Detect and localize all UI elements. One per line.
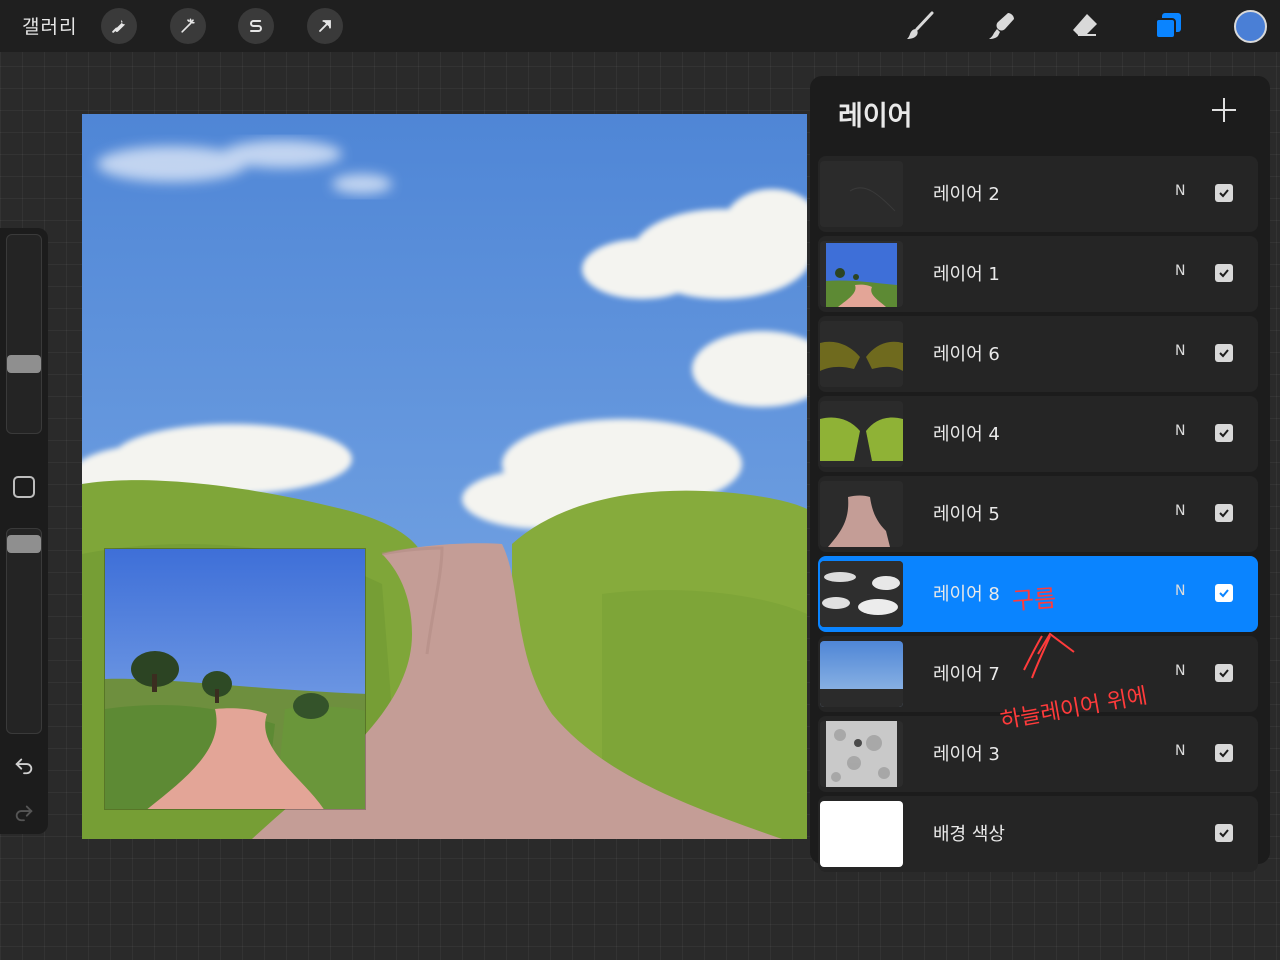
reference-image[interactable]	[104, 548, 366, 810]
actions-button[interactable]	[101, 8, 137, 44]
panel-title: 레이어	[838, 101, 913, 132]
magic-wand-icon	[181, 18, 195, 33]
visibility-checkbox[interactable]	[1215, 184, 1233, 202]
layer-row-1[interactable]: 레이어 1 N	[818, 236, 1258, 312]
visibility-checkbox[interactable]	[1215, 264, 1233, 282]
blend-mode-button[interactable]: N	[1175, 503, 1185, 519]
layer-name: 배경 색상	[933, 824, 1005, 845]
layer-name: 레이어 6	[933, 344, 1000, 365]
check-icon	[1219, 749, 1229, 758]
brush-size-thumb[interactable]	[7, 355, 41, 373]
undo-icon	[15, 758, 33, 775]
layer-thumbnail	[820, 561, 903, 627]
visibility-checkbox[interactable]	[1215, 504, 1233, 522]
brush-icon	[907, 11, 934, 39]
redo-icon	[15, 805, 33, 822]
layer-name: 레이어 7	[933, 664, 1000, 685]
check-icon	[1219, 189, 1229, 198]
brush-size-slider[interactable]	[6, 234, 42, 434]
modify-button[interactable]	[13, 476, 35, 498]
adjustments-button[interactable]	[170, 8, 206, 44]
brush-button[interactable]	[902, 8, 938, 44]
layer-row-7[interactable]: 레이어 7 N	[818, 636, 1258, 712]
smudge-button[interactable]	[984, 8, 1020, 44]
layer-name: 레이어 8	[933, 584, 1000, 605]
layer-name: 레이어 2	[933, 184, 1000, 205]
eraser-icon	[1073, 14, 1097, 36]
layer-name: 레이어 4	[933, 424, 1000, 445]
add-layer-icon[interactable]	[1210, 96, 1238, 124]
layer-row-5[interactable]: 레이어 5 N	[818, 476, 1258, 552]
check-icon	[1219, 429, 1229, 438]
check-icon	[1219, 349, 1229, 358]
layer-thumbnail	[820, 721, 903, 787]
check-icon	[1219, 589, 1229, 598]
visibility-checkbox[interactable]	[1215, 584, 1233, 602]
opacity-slider[interactable]	[6, 528, 42, 734]
visibility-checkbox[interactable]	[1215, 664, 1233, 682]
check-icon	[1219, 269, 1229, 278]
transform-arrow-icon	[319, 20, 331, 32]
visibility-checkbox[interactable]	[1215, 344, 1233, 362]
wrench-icon	[112, 19, 126, 33]
layer-name: 레이어 1	[933, 264, 1000, 285]
color-swatch[interactable]	[1234, 10, 1267, 43]
check-icon	[1219, 509, 1229, 518]
opacity-thumb[interactable]	[7, 535, 41, 553]
layer-thumbnail	[820, 161, 903, 227]
layer-thumbnail	[820, 481, 903, 547]
transform-button[interactable]	[307, 8, 343, 44]
undo-button[interactable]	[10, 751, 38, 779]
blend-mode-button[interactable]: N	[1175, 183, 1185, 199]
background-color-layer[interactable]: 배경 색상	[818, 796, 1258, 872]
blend-mode-button[interactable]: N	[1175, 663, 1185, 679]
check-icon	[1219, 669, 1229, 678]
check-icon	[1219, 829, 1229, 838]
blend-mode-button[interactable]: N	[1175, 343, 1185, 359]
layers-icon	[1155, 13, 1181, 39]
layer-thumbnail	[820, 641, 903, 707]
layer-row-3[interactable]: 레이어 3 N	[818, 716, 1258, 792]
layers-panel: 레이어 레이어 2 N 레이어 1 N 레이어 6 N 레이어 4 N 레이어 …	[810, 76, 1270, 872]
layer-row-6[interactable]: 레이어 6 N	[818, 316, 1258, 392]
redo-button[interactable]	[10, 798, 38, 826]
blend-mode-button[interactable]: N	[1175, 423, 1185, 439]
visibility-checkbox[interactable]	[1215, 824, 1233, 842]
selection-s-icon	[250, 20, 262, 32]
layer-row-8[interactable]: 레이어 8 N	[818, 556, 1258, 632]
layer-row-4[interactable]: 레이어 4 N	[818, 396, 1258, 472]
visibility-checkbox[interactable]	[1215, 744, 1233, 762]
gallery-button[interactable]: 갤러리	[22, 12, 77, 39]
layers-button[interactable]	[1150, 8, 1186, 44]
smudge-icon	[989, 13, 1014, 39]
layer-name: 레이어 5	[933, 504, 1000, 525]
layer-thumbnail	[820, 401, 903, 467]
layer-row-2[interactable]: 레이어 2 N	[818, 156, 1258, 232]
visibility-checkbox[interactable]	[1215, 424, 1233, 442]
blend-mode-button[interactable]: N	[1175, 263, 1185, 279]
layer-thumbnail	[820, 321, 903, 387]
reference-photo	[105, 549, 365, 809]
top-toolbar: 갤러리	[0, 0, 1280, 52]
left-sidebar	[0, 228, 48, 834]
blend-mode-button[interactable]: N	[1175, 743, 1185, 759]
layer-thumbnail	[820, 241, 903, 307]
blend-mode-button[interactable]: N	[1175, 583, 1185, 599]
selection-button[interactable]	[238, 8, 274, 44]
background-color-thumbnail	[820, 801, 903, 867]
eraser-button[interactable]	[1067, 8, 1103, 44]
layer-name: 레이어 3	[933, 744, 1000, 765]
